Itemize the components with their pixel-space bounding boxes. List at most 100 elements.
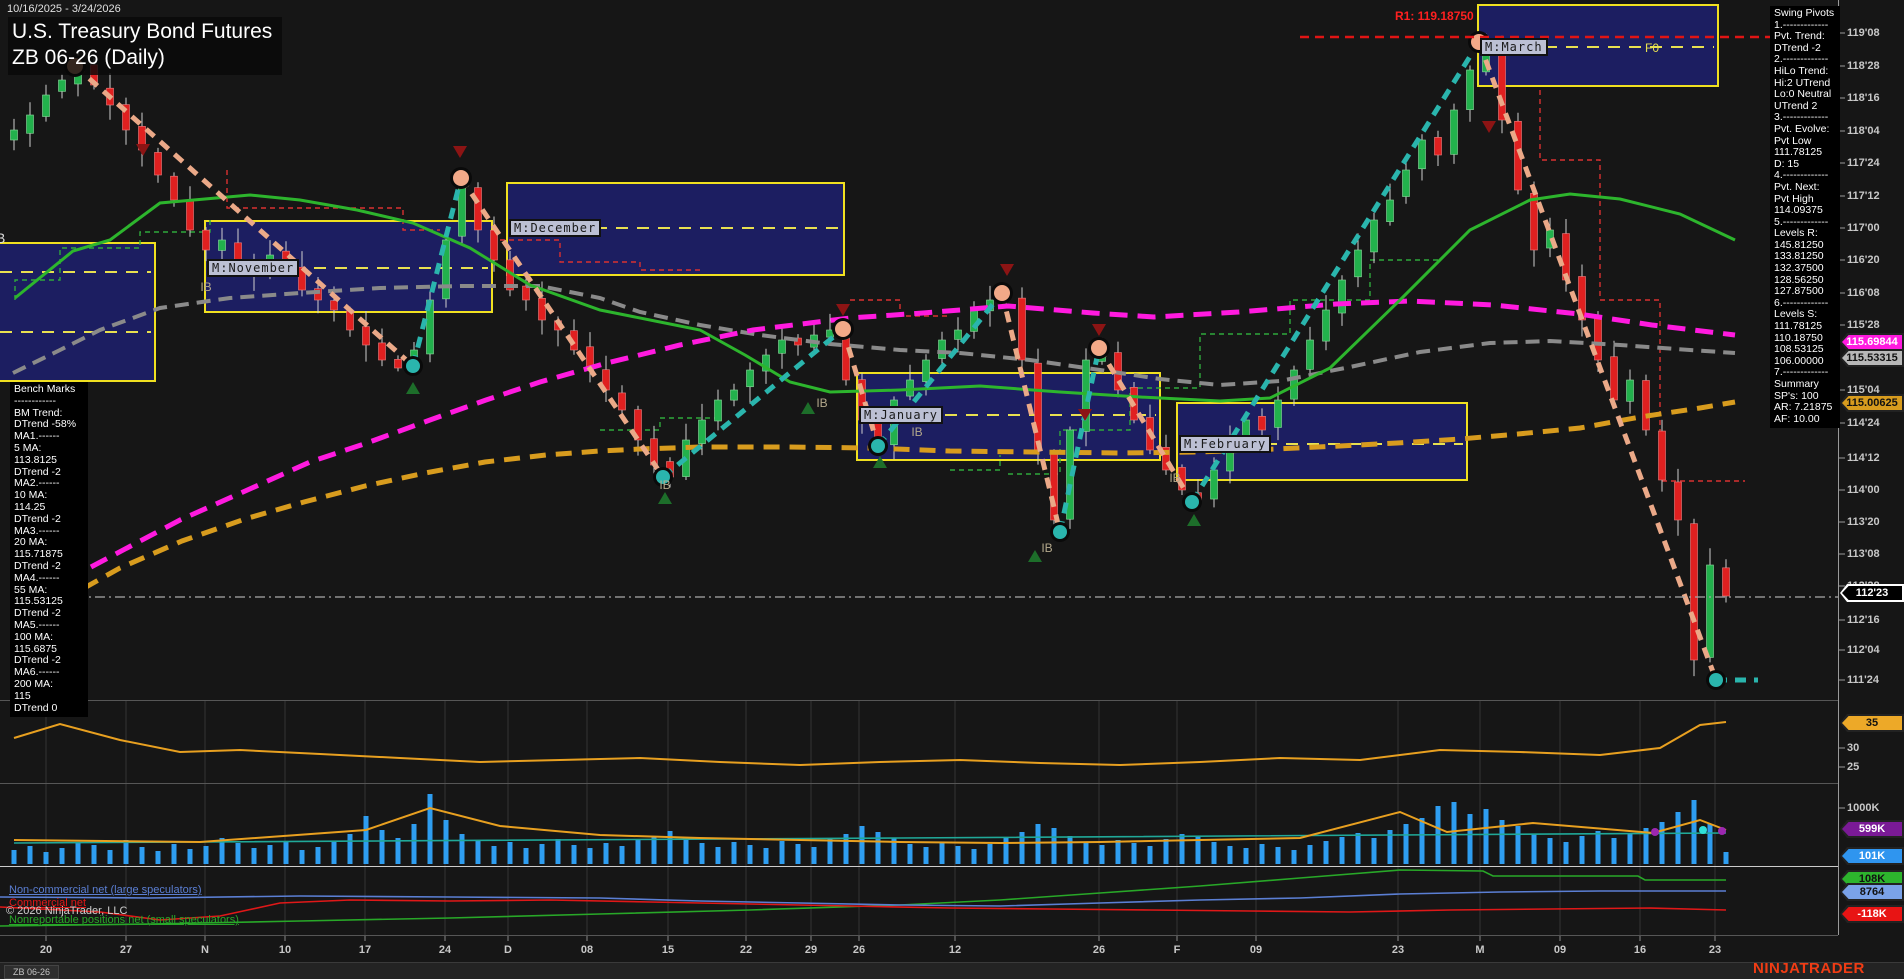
volume-bar [1516, 826, 1521, 864]
month-box-label[interactable]: M:January [859, 406, 943, 424]
x-axis-tick-label[interactable]: 22 [740, 944, 752, 956]
x-axis-tick-label[interactable]: N [201, 944, 209, 956]
volume-bar [652, 836, 657, 864]
x-axis-tick-label[interactable]: 26 [1093, 944, 1105, 956]
x-axis-tick-label[interactable]: 24 [439, 944, 451, 956]
candle-body [1051, 453, 1058, 520]
price-tag: 599K [1840, 820, 1904, 838]
volume-bar [524, 848, 529, 864]
x-axis-tick-label[interactable]: 09 [1554, 944, 1566, 956]
candle-body [779, 340, 786, 353]
x-axis-tick-label[interactable]: 10 [279, 944, 291, 956]
price-axis-tick-label[interactable]: 113'20 [1847, 516, 1880, 528]
swing-pivots-line: Summary [1774, 379, 1840, 391]
x-axis-tick-label[interactable]: D [504, 944, 512, 956]
volume-bar [988, 844, 993, 864]
x-axis-tick-label[interactable]: 20 [40, 944, 52, 956]
month-box-label[interactable]: M:December [509, 219, 601, 237]
chart-canvas[interactable] [0, 0, 1904, 979]
volume-bar [1548, 838, 1553, 864]
x-axis-tick-label[interactable]: 08 [581, 944, 593, 956]
volume-bar [828, 839, 833, 864]
month-box-label[interactable]: M:February [1179, 435, 1271, 453]
r1-level-label: R1: 119.18750 [1395, 9, 1474, 23]
x-axis-tick-label[interactable]: 16 [1634, 944, 1646, 956]
x-axis-tick-label[interactable]: 27 [120, 944, 132, 956]
cot-noncommercial-line [0, 891, 1726, 906]
swing-pivots-line: Swing Pivots [1774, 8, 1840, 20]
price-axis-tick-label[interactable]: 25 [1847, 761, 1859, 773]
candle-body [1659, 431, 1666, 480]
panel-separator[interactable] [0, 866, 1838, 867]
volume-bar [780, 841, 785, 864]
price-axis-tick-label[interactable]: 112'16 [1847, 614, 1880, 626]
swing-high-triangle [1092, 324, 1106, 336]
instrument-tab[interactable]: ZB 06-26 [4, 965, 59, 979]
swing-pivots-line: Pvt. Next: [1774, 182, 1840, 194]
month-box-label[interactable]: M:November [207, 259, 299, 277]
price-axis-tick-label[interactable]: 118'04 [1847, 125, 1880, 137]
candle-body [1275, 400, 1282, 427]
swing-low-triangle [1028, 550, 1042, 562]
price-axis-tick-label[interactable]: 115'28 [1847, 319, 1880, 331]
swing-pivots-line: 111.78125 [1774, 147, 1840, 159]
panel-separator[interactable] [0, 700, 1838, 701]
cot-legend-nonreportable: Nonreportable positions net (small specu… [9, 914, 239, 926]
bench-marks-line: 100 MA: [14, 632, 88, 644]
candle-body [1387, 200, 1394, 222]
bench-marks-line: MA4.------ [14, 573, 88, 585]
volume-bar [572, 845, 577, 864]
ib-annotation: IB [1169, 471, 1180, 485]
price-axis-tick-label[interactable]: 118'28 [1847, 60, 1880, 72]
swing-high-triangle [136, 144, 150, 156]
x-axis-tick-label[interactable]: 12 [949, 944, 961, 956]
price-axis-tick-label[interactable]: 112'04 [1847, 644, 1880, 656]
volume-bar [1276, 847, 1281, 864]
chart-title-line2: ZB 06-26 (Daily) [12, 45, 272, 71]
price-axis-tick-label[interactable]: 111'24 [1847, 674, 1879, 686]
price-axis-tick-label[interactable]: 116'20 [1847, 254, 1880, 266]
volume-bar [1100, 845, 1105, 864]
volume-bar [316, 847, 321, 864]
candle-body [1675, 482, 1682, 520]
price-axis-tick-label[interactable]: 114'00 [1847, 484, 1880, 496]
candle-body [475, 188, 482, 230]
price-axis-tick-label[interactable]: 1000K [1847, 802, 1879, 814]
price-axis-tick-label[interactable]: 113'08 [1847, 548, 1880, 560]
x-axis-tick-label[interactable]: 26 [853, 944, 865, 956]
price-axis-tick-label[interactable]: 114'24 [1847, 417, 1880, 429]
volume-bar [252, 848, 257, 864]
panel-separator[interactable] [0, 783, 1838, 784]
price-axis-tick-label[interactable]: 117'00 [1847, 222, 1880, 234]
price-axis-tick-label[interactable]: 116'08 [1847, 287, 1880, 299]
swing-low-triangle [1187, 514, 1201, 526]
volume-bar [1260, 844, 1265, 864]
candle-body [1307, 340, 1314, 369]
volume-bar [1324, 841, 1329, 864]
candle-body [939, 340, 946, 359]
price-axis-tick-label[interactable]: 30 [1847, 742, 1859, 754]
x-axis-tick-label[interactable]: 15 [662, 944, 674, 956]
price-axis-tick-label[interactable]: 117'24 [1847, 157, 1880, 169]
x-axis-tick-label[interactable]: 23 [1392, 944, 1404, 956]
x-axis-tick-label[interactable]: 29 [805, 944, 817, 956]
price-axis-tick-label[interactable]: 118'16 [1847, 92, 1880, 104]
x-axis-tick-label[interactable]: 17 [359, 944, 371, 956]
bench-marks-line: 114.25 [14, 502, 88, 514]
volume-bar [1612, 838, 1617, 864]
price-axis-tick-label[interactable]: 117'12 [1847, 190, 1880, 202]
price-axis-tick-label[interactable]: 114'12 [1847, 452, 1880, 464]
cot-legend-noncommercial: Non-commercial net (large speculators) [9, 884, 202, 896]
candle-body [59, 80, 66, 91]
candle-body [1451, 110, 1458, 154]
x-axis-tick-label[interactable]: 09 [1250, 944, 1262, 956]
x-axis-tick-label[interactable]: F [1174, 944, 1181, 956]
x-axis-tick-label[interactable]: M [1475, 944, 1484, 956]
month-box-label[interactable]: M:March [1480, 38, 1548, 56]
x-axis-tick-label[interactable]: 23 [1709, 944, 1721, 956]
price-tag: 115.53315 [1840, 349, 1904, 367]
volume-bar [156, 851, 161, 864]
price-axis-tick-label[interactable]: 119'08 [1847, 27, 1880, 39]
volume-bar [140, 847, 145, 864]
volume-bar [1340, 837, 1345, 864]
